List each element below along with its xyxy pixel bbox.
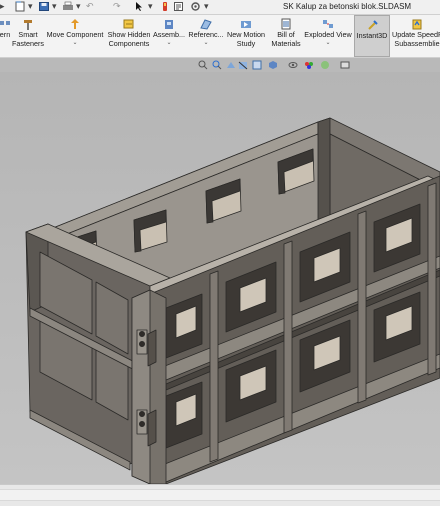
view-settings-icon[interactable]	[340, 60, 350, 70]
instant3d-label: Instant3D	[356, 31, 388, 40]
zoom-to-fit-icon[interactable]	[198, 60, 208, 70]
print-dropdown-icon[interactable]: ▾	[76, 1, 81, 13]
corner-clamp-post-face	[131, 289, 151, 484]
exploded-view-label: Exploded View	[304, 30, 352, 39]
horizontal-scrollbar[interactable]	[0, 489, 440, 501]
bill-of-materials-button[interactable]: Bill of Materials	[268, 15, 304, 57]
speedpak-icon	[412, 19, 422, 30]
exploded-view-icon	[323, 20, 333, 28]
bill-of-materials-label: Bill of Materials	[271, 30, 301, 48]
move-component-icon	[71, 19, 79, 29]
display-style-icon[interactable]	[268, 60, 278, 70]
smart-fasteners-icon	[24, 20, 32, 30]
command-manager-ribbon: ern Smart Fasteners Move Component ⌄ Sho…	[0, 15, 440, 58]
options-dropdown-icon[interactable]: ▾	[204, 1, 209, 13]
graphics-viewport[interactable]	[0, 72, 440, 484]
status-bar	[0, 484, 440, 506]
new-motion-study-button[interactable]: New Motion Study	[225, 15, 267, 57]
undo-icon[interactable]: ↶	[86, 1, 94, 13]
document-title: SK Kalup za betonski blok.SLDASM	[283, 2, 412, 11]
move-component-label: Move Component	[46, 30, 104, 39]
options-gear-icon[interactable]	[190, 1, 201, 13]
bom-icon	[281, 18, 291, 30]
previous-view-icon[interactable]	[226, 60, 236, 70]
reference-geometry-label: Referenc...	[188, 30, 224, 39]
chevron-down-icon[interactable]: ⌄	[152, 40, 186, 46]
instant3d-button[interactable]: Instant3D	[354, 15, 390, 57]
exploded-view-button[interactable]: Exploded View ⌄	[304, 15, 352, 57]
front-rib	[283, 240, 293, 434]
motion-study-icon	[241, 21, 251, 28]
select-dropdown-icon[interactable]: ▾	[148, 1, 153, 13]
show-hidden-components-label: Show Hidden Components	[107, 30, 151, 48]
view-orientation-icon[interactable]	[252, 60, 262, 70]
file-properties-icon[interactable]	[173, 1, 184, 13]
assembly-features-button[interactable]: Assemb... ⌄	[152, 15, 186, 57]
edit-appearance-icon[interactable]	[304, 60, 314, 70]
open-dropdown-icon[interactable]: ▾	[28, 1, 33, 13]
show-hidden-components-button[interactable]: Show Hidden Components	[106, 15, 152, 57]
print-icon[interactable]	[62, 1, 74, 13]
move-component-button[interactable]: Move Component ⌄	[45, 15, 105, 57]
save-dropdown-icon[interactable]: ▾	[52, 1, 57, 13]
update-speedpak-label: Update SpeedP Subassemblie	[392, 30, 440, 48]
chevron-down-icon[interactable]: ⌄	[187, 40, 225, 46]
quick-access-more[interactable]: ▸	[0, 1, 5, 13]
section-view-icon[interactable]	[238, 60, 248, 70]
smart-fasteners-button[interactable]: Smart Fasteners	[10, 15, 46, 57]
reference-geometry-button[interactable]: Referenc... ⌄	[187, 15, 225, 57]
rebuild-icon[interactable]	[160, 1, 170, 13]
hide-show-items-icon[interactable]	[288, 60, 298, 70]
linear-pattern-label: ern	[0, 30, 11, 39]
front-rib	[427, 182, 437, 376]
title-bar: ▸ ▾ ▾ ▾ ↶ ↷ ▾ ▾ SK Kalup za betonski blo…	[0, 0, 440, 15]
reference-geometry-icon	[200, 19, 212, 30]
assembly-features-label: Assemb...	[153, 30, 185, 39]
chevron-down-icon[interactable]: ⌄	[45, 40, 105, 46]
chevron-down-icon[interactable]: ⌄	[304, 40, 352, 46]
show-hidden-icon	[123, 19, 134, 29]
assembly-features-icon	[165, 20, 173, 29]
save-icon[interactable]	[38, 1, 50, 13]
select-arrow-icon[interactable]	[134, 1, 144, 13]
zoom-to-area-icon[interactable]	[212, 60, 222, 70]
instant3d-icon	[368, 20, 378, 30]
apply-scene-icon[interactable]	[320, 60, 330, 70]
update-speedpak-button[interactable]: Update SpeedP Subassemblie	[392, 15, 440, 57]
smart-fasteners-label: Smart Fasteners	[12, 30, 44, 48]
front-rib	[357, 210, 367, 404]
new-motion-study-label: New Motion Study	[227, 30, 265, 48]
front-rib	[209, 270, 219, 463]
redo-icon[interactable]: ↷	[113, 1, 121, 13]
new-document-icon[interactable]	[14, 1, 26, 13]
